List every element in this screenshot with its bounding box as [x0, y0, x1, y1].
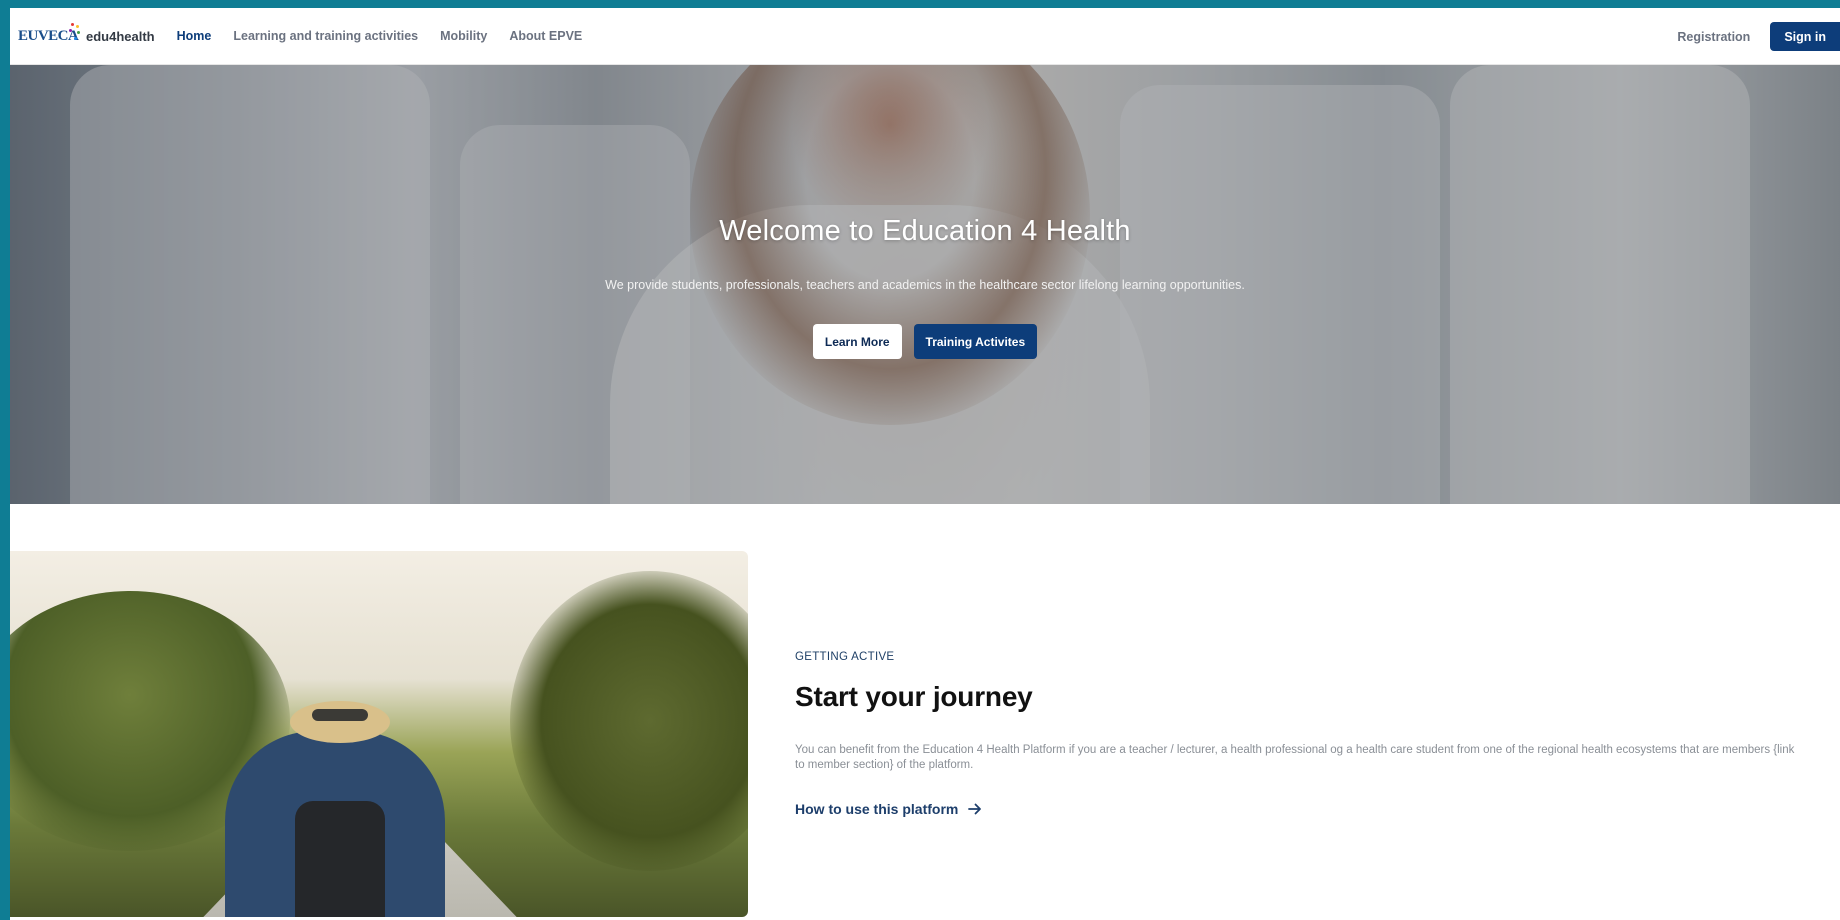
learn-more-button[interactable]: Learn More [812, 324, 902, 359]
journey-text: GETTING ACTIVE Start your journey You ca… [795, 651, 1795, 819]
hero-subtitle: We provide students, professionals, teac… [605, 278, 1245, 292]
nav-mobility[interactable]: Mobility [440, 29, 487, 43]
nav-about-epve[interactable]: About EPVE [509, 29, 582, 43]
navbar: EUVECA edu4health Home Learning and trai… [10, 8, 1840, 65]
browser-page: EUVECA edu4health Home Learning and trai… [10, 8, 1840, 920]
section-eyebrow: GETTING ACTIVE [795, 651, 895, 663]
nav-learning-training[interactable]: Learning and training activities [233, 29, 418, 43]
brand[interactable]: EUVECA edu4health [18, 21, 155, 51]
registration-link[interactable]: Registration [1677, 30, 1750, 44]
euveca-logo: EUVECA [18, 21, 80, 51]
main-nav: Home Learning and training activities Mo… [177, 29, 605, 43]
sign-in-button[interactable]: Sign in [1770, 22, 1840, 51]
section-title: Start your journey [795, 681, 1033, 712]
hero-title: Welcome to Education 4 Health [719, 215, 1131, 247]
logo-dots-icon [68, 23, 80, 43]
nav-actions: Registration Sign in [1677, 8, 1840, 65]
hero-buttons: Learn More Training Activites [10, 324, 1840, 359]
section-body: You can benefit from the Education 4 Hea… [795, 744, 1795, 771]
nav-home[interactable]: Home [177, 29, 212, 43]
journey-photo [10, 551, 748, 917]
training-activities-button[interactable]: Training Activites [913, 324, 1038, 359]
how-to-use-label: How to use this platform [795, 801, 959, 817]
hero-content: Welcome to Education 4 Health We provide… [10, 65, 1840, 504]
hero-banner: Welcome to Education 4 Health We provide… [10, 65, 1840, 504]
brand-name: edu4health [86, 28, 155, 44]
arrow-right-icon [968, 803, 982, 815]
how-to-use-link[interactable]: How to use this platform [795, 801, 982, 817]
